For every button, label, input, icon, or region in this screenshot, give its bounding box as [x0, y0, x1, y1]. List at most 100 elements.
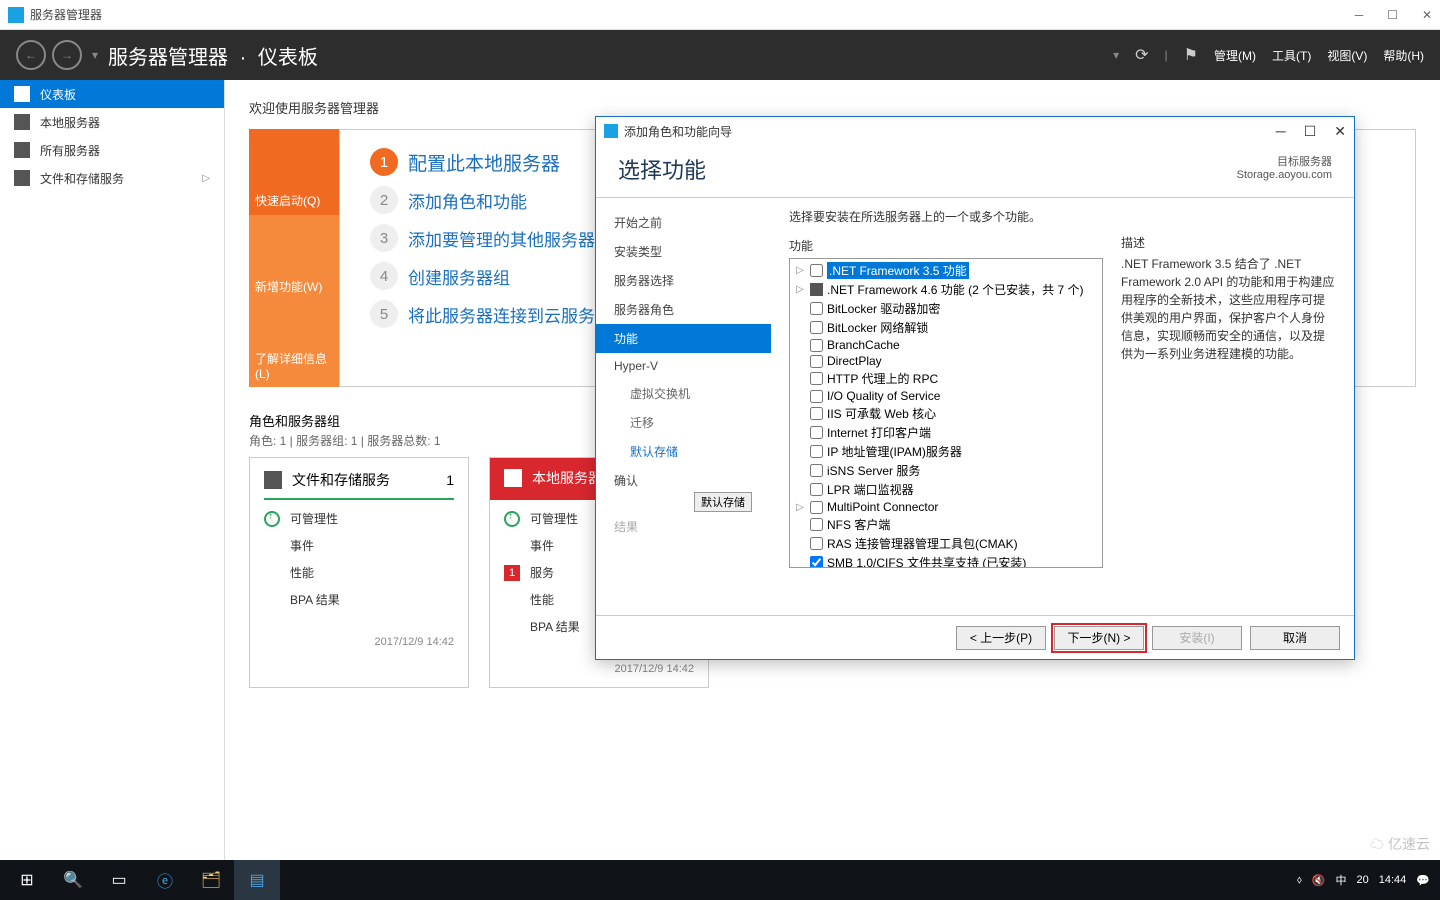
nav-dashboard[interactable]: 仪表板	[0, 80, 224, 108]
feature-checkbox[interactable]	[810, 483, 823, 496]
menu-view[interactable]: 视图(V)	[1327, 47, 1367, 64]
feature-checkbox[interactable]	[810, 537, 823, 550]
feature-row[interactable]: LPR 端口监视器	[792, 480, 1100, 499]
prev-button[interactable]: < 上一步(P)	[956, 626, 1046, 650]
window-titlebar: 服务器管理器 ─ ☐ ✕	[0, 0, 1440, 30]
tile-learnmore[interactable]: 了解详细信息(L)	[249, 301, 339, 387]
maximize-button[interactable]: ☐	[1387, 8, 1398, 22]
feature-row[interactable]: RAS 连接管理器管理工具包(CMAK)	[792, 534, 1100, 553]
features-listbox[interactable]: ▷.NET Framework 3.5 功能▷.NET Framework 4.…	[789, 258, 1103, 568]
feature-checkbox[interactable]	[810, 501, 823, 514]
feature-checkbox[interactable]	[810, 556, 823, 568]
feature-checkbox[interactable]	[810, 372, 823, 385]
explorer-icon[interactable]: 🗂	[188, 860, 234, 900]
wizard-close-button[interactable]: ✕	[1334, 123, 1346, 140]
step-1[interactable]: 配置此本地服务器	[408, 149, 560, 176]
nav-local-server[interactable]: 本地服务器	[0, 108, 224, 136]
feature-row[interactable]: BitLocker 驱动器加密	[792, 299, 1100, 318]
nav-back-button[interactable]: ←	[16, 40, 46, 70]
step-virtual-switch[interactable]: 虚拟交换机	[596, 379, 771, 408]
tray-time[interactable]: 14:44	[1379, 874, 1407, 886]
feature-row[interactable]: DirectPlay	[792, 353, 1100, 369]
close-button[interactable]: ✕	[1422, 8, 1432, 22]
nav-all-servers[interactable]: 所有服务器	[0, 136, 224, 164]
tray-network-icon[interactable]: ⬨	[1297, 874, 1302, 887]
step-5[interactable]: 将此服务器连接到云服务	[408, 302, 595, 327]
feature-checkbox[interactable]	[810, 283, 823, 296]
menu-help[interactable]: 帮助(H)	[1383, 47, 1424, 64]
feature-row[interactable]: IIS 可承载 Web 核心	[792, 404, 1100, 423]
feature-row[interactable]: ▷MultiPoint Connector	[792, 499, 1100, 515]
breadcrumb-root[interactable]: 服务器管理器	[108, 47, 228, 69]
feature-checkbox[interactable]	[810, 518, 823, 531]
menu-manage[interactable]: 管理(M)	[1214, 47, 1256, 64]
wizard-prompt: 选择要安装在所选服务器上的一个或多个功能。	[789, 208, 1103, 225]
feature-row[interactable]: NFS 客户端	[792, 515, 1100, 534]
feature-label: .NET Framework 4.6 功能 (2 个已安装，共 7 个)	[827, 281, 1083, 298]
step-before-begin[interactable]: 开始之前	[596, 208, 771, 237]
step-server-selection[interactable]: 服务器选择	[596, 266, 771, 295]
feature-row[interactable]: IP 地址管理(IPAM)服务器	[792, 442, 1100, 461]
feature-checkbox[interactable]	[810, 390, 823, 403]
breadcrumb-leaf[interactable]: 仪表板	[258, 47, 318, 69]
nav-forward-button[interactable]: →	[52, 40, 82, 70]
card-file-storage[interactable]: 文件和存储服务1 可管理性 事件 性能 BPA 结果 2017/12/9 14:…	[249, 457, 469, 688]
tree-expand-icon[interactable]: ▷	[794, 265, 806, 276]
left-nav: 仪表板 本地服务器 所有服务器 文件和存储服务▷	[0, 80, 225, 860]
menu-tools[interactable]: 工具(T)	[1272, 47, 1311, 64]
minimize-button[interactable]: ─	[1355, 8, 1364, 22]
feature-row[interactable]: BitLocker 网络解锁	[792, 318, 1100, 337]
feature-checkbox[interactable]	[810, 426, 823, 439]
feature-row[interactable]: ▷ .NET Framework 4.6 功能 (2 个已安装，共 7 个)	[792, 280, 1100, 299]
step-server-roles[interactable]: 服务器角色	[596, 295, 771, 324]
feature-checkbox[interactable]	[810, 407, 823, 420]
feature-checkbox[interactable]	[810, 339, 823, 352]
feature-row[interactable]: iSNS Server 服务	[792, 461, 1100, 480]
taskview-button[interactable]: ▭	[96, 860, 142, 900]
tile-whatsnew[interactable]: 新增功能(W)	[249, 215, 339, 301]
tile-quickstart[interactable]: 快速启动(Q)	[249, 129, 339, 215]
app-icon	[8, 7, 24, 23]
step-install-type[interactable]: 安装类型	[596, 237, 771, 266]
feature-row[interactable]: HTTP 代理上的 RPC	[792, 369, 1100, 388]
next-button[interactable]: 下一步(N) >	[1054, 626, 1144, 650]
tray-ime[interactable]: 中	[1336, 872, 1347, 888]
feature-checkbox[interactable]	[810, 464, 823, 477]
wizard-minimize-button[interactable]: ─	[1276, 123, 1286, 140]
feature-checkbox[interactable]	[810, 355, 823, 368]
feature-checkbox[interactable]	[810, 445, 823, 458]
tree-expand-icon[interactable]: ▷	[794, 502, 806, 513]
feature-checkbox[interactable]	[810, 264, 823, 277]
search-button[interactable]: 🔍	[50, 860, 96, 900]
ie-icon[interactable]: ⓔ	[142, 860, 188, 900]
flag-icon[interactable]: ⚑	[1184, 45, 1198, 65]
feature-row[interactable]: I/O Quality of Service	[792, 388, 1100, 404]
step-confirm[interactable]: 确认	[596, 466, 771, 495]
window-title: 服务器管理器	[30, 6, 102, 23]
feature-row[interactable]: ▷.NET Framework 3.5 功能	[792, 261, 1100, 280]
nav-file-storage[interactable]: 文件和存储服务▷	[0, 164, 224, 192]
refresh-icon[interactable]: ⟳	[1135, 45, 1148, 65]
start-button[interactable]: ⊞	[4, 860, 50, 900]
feature-row[interactable]: SMB 1.0/CIFS 文件共享支持 (已安装)	[792, 553, 1100, 568]
card-timestamp: 2017/12/9 14:42	[504, 663, 694, 675]
step-hyperv[interactable]: Hyper-V	[596, 353, 771, 379]
feature-checkbox[interactable]	[810, 321, 823, 334]
tray-sound-icon[interactable]: 🔇	[1312, 874, 1326, 887]
server-manager-task[interactable]: ▤	[234, 860, 280, 900]
feature-row[interactable]: Internet 打印客户端	[792, 423, 1100, 442]
wizard-maximize-button[interactable]: ☐	[1304, 123, 1317, 140]
step-2[interactable]: 添加角色和功能	[408, 188, 527, 213]
feature-row[interactable]: BranchCache	[792, 337, 1100, 353]
step-3[interactable]: 添加要管理的其他服务器	[408, 226, 595, 251]
cancel-button[interactable]: 取消	[1250, 626, 1340, 650]
step-migration[interactable]: 迁移	[596, 408, 771, 437]
step-features[interactable]: 功能	[596, 324, 771, 353]
status-up-icon	[504, 511, 520, 527]
tree-expand-icon[interactable]: ▷	[794, 284, 806, 295]
step-default-store[interactable]: 默认存储	[596, 437, 771, 466]
default-store-button[interactable]: 默认存储	[694, 492, 752, 512]
tray-notifications-icon[interactable]: 💬	[1416, 874, 1430, 887]
feature-checkbox[interactable]	[810, 302, 823, 315]
step-4[interactable]: 创建服务器组	[408, 264, 510, 289]
